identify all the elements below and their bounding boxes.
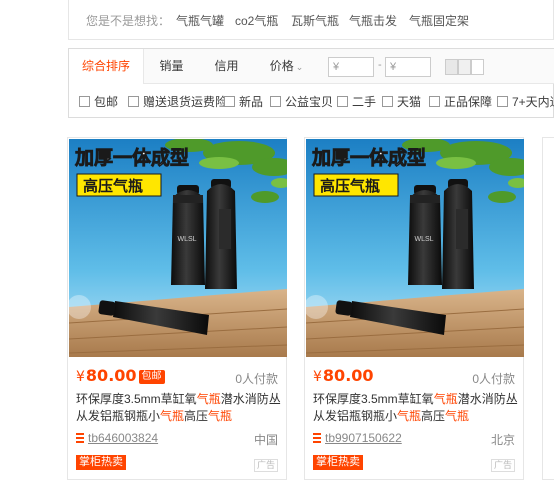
filter-7day-return[interactable]: 7+天内退 [497,95,554,109]
product-image-brand: WLSL [177,236,196,243]
product-card[interactable]: WLSL 加厚一体成型 高压气瓶 ¥80.00 包邮 0人付款 环保厚度3.5mm… [67,137,287,480]
seller-location: 北京 [490,433,515,447]
checkbox[interactable] [497,96,508,107]
product-price-value: 80.00 [85,366,137,385]
checkbox[interactable] [270,96,281,107]
sold-count: 0人付款 [235,372,278,386]
price-range-dash: - [378,59,382,71]
sort-tab-credit[interactable]: 信用 [199,49,254,84]
checkbox[interactable] [382,96,393,107]
suggestion-link[interactable]: 气瓶气罐 [176,12,224,29]
checkbox[interactable] [429,96,440,107]
filter-free-shipping[interactable]: 包邮 [79,95,118,109]
product-title[interactable]: 环保厚度3.5mm草缸氧气瓶潜水消防丛从发铝瓶钢瓶小气瓶高压气瓶 [76,391,282,425]
product-image-headline: 加厚一体成型 [311,146,426,169]
suggestion-link[interactable]: 气瓶击发 [349,12,397,29]
suggestion-link[interactable]: 瓦斯气瓶 [291,12,339,29]
checkbox[interactable] [224,96,235,107]
product-image-headline: 加厚一体成型 [74,146,189,169]
seller-location: 中国 [253,433,278,447]
filter-second-hand[interactable]: 二手 [337,95,376,109]
list-view-icon[interactable] [471,59,484,75]
product-price: ¥80.00 [313,366,374,385]
filter-checkbox-row: 包邮 赠送退货运费险 新品 公益宝贝 二手 天猫 正品保障 7+天内退 [69,85,554,118]
shop-icon [313,433,321,443]
suggestion-bar: 您是不是想找： 气瓶气罐 co2气瓶 瓦斯气瓶 气瓶击发 气瓶固定架 [68,0,554,40]
shop-link[interactable]: tb646003824 [76,431,158,445]
sort-bar: 综合排序 销量 信用 价格 ⌄ ¥ - ¥ [69,49,554,84]
sort-filter-panel: 综合排序 销量 信用 价格 ⌄ ¥ - ¥ 包邮 赠送退货运费险 新品 公益宝贝 … [68,48,554,118]
suggestion-link[interactable]: 气瓶固定架 [409,12,469,29]
product-price: ¥80.00 包邮 [76,366,165,385]
chevron-down-icon: ⌄ [295,62,304,72]
filter-return-insurance[interactable]: 赠送退货运费险 [128,95,227,109]
filter-tmall[interactable]: 天猫 [382,95,421,109]
checkbox[interactable] [79,96,90,107]
shop-link[interactable]: tb9907150622 [313,431,402,445]
free-shipping-badge: 包邮 [138,370,165,384]
grid-view-icon[interactable] [445,59,458,75]
filter-genuine[interactable]: 正品保障 [429,95,492,109]
suggestion-label: 您是不是想找： [86,14,171,28]
product-title[interactable]: 环保厚度3.5mm草缸氧气瓶潜水消防丛从发铝瓶钢瓶小气瓶高压气瓶 [313,391,519,425]
sort-tab-price-label: 价格 [269,59,294,73]
sort-tab-default[interactable]: 综合排序 [69,49,144,84]
sold-count: 0人付款 [472,372,515,386]
shop-icon [76,433,84,443]
product-image[interactable]: WLSL 加厚一体成型 高压气瓶 [69,139,287,357]
filter-charity[interactable]: 公益宝贝 [270,95,333,109]
sort-tab-sales[interactable]: 销量 [144,49,199,84]
ad-label: 广告 [490,459,515,472]
hot-sale-tag: 掌柜热卖 [313,455,363,470]
product-image[interactable]: WLSL 加厚一体成型 高压气瓶 [306,139,524,357]
ad-label: 广告 [253,459,278,472]
checkbox[interactable] [128,96,139,107]
hot-sale-tag: 掌柜热卖 [76,455,126,470]
product-image-subtitle: 高压气瓶 [320,177,380,195]
price-max-input[interactable]: ¥ [385,57,431,77]
price-min-input[interactable]: ¥ [328,57,374,77]
sort-tab-price[interactable]: 价格 ⌄ [259,49,314,84]
product-card[interactable]: WLSL 加厚一体成型 高压气瓶 ¥80.00 0人付款 环保厚度3.5mm草缸… [304,137,524,480]
filter-new[interactable]: 新品 [224,95,263,109]
grid-view-large-icon[interactable] [458,59,471,75]
product-image-subtitle: 高压气瓶 [83,177,143,195]
product-image-brand: WLSL [414,236,433,243]
product-price-value: 80.00 [322,366,374,385]
currency-symbol: ¥ [76,369,85,385]
suggestion-link[interactable]: co2气瓶 [235,12,278,29]
product-card-partial[interactable] [542,137,554,480]
currency-symbol: ¥ [313,369,322,385]
checkbox[interactable] [337,96,348,107]
